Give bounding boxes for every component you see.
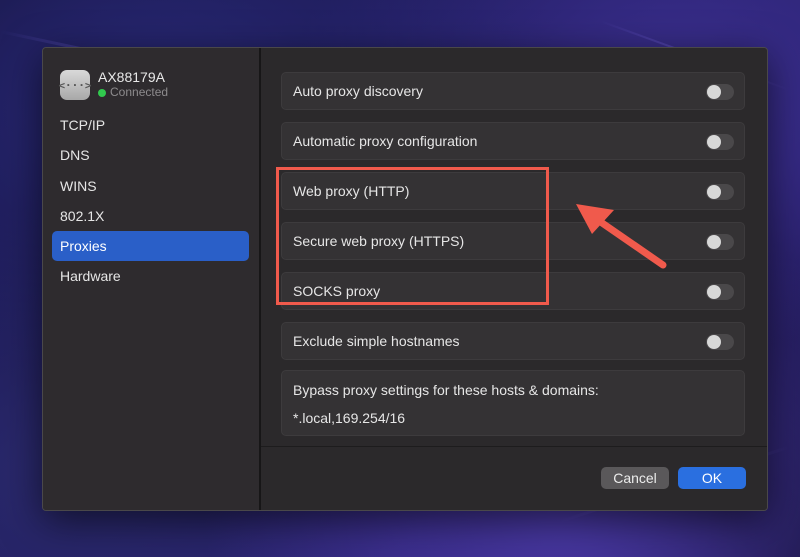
status-text: Connected [110,85,169,99]
toggle-knob [707,285,721,299]
row-label: Exclude simple hostnames [293,333,460,349]
status-dot-icon [98,88,106,97]
bypass-hosts-field[interactable]: *.local,169.254/16 [293,410,405,426]
footer-divider [261,446,767,447]
proxy-row-auto-config: Automatic proxy configuration [281,122,745,160]
toggle-knob [707,135,721,149]
toggle-knob [707,85,721,99]
proxy-row-web-http: Web proxy (HTTP) [281,172,745,210]
sidebar-item-8021x[interactable]: 802.1X [52,201,249,231]
bypass-label: Bypass proxy settings for these hosts & … [293,382,599,398]
row-label: Automatic proxy configuration [293,133,478,149]
socks-proxy-toggle[interactable] [706,284,734,300]
cancel-button[interactable]: Cancel [601,467,669,489]
proxy-row-socks: SOCKS proxy [281,272,745,310]
sidebar-nav: TCP/IP DNS WINS 802.1X Proxies Hardware [52,110,249,292]
toggle-knob [707,335,721,349]
sidebar-item-hardware[interactable]: Hardware [52,261,249,291]
sidebar-item-tcpip[interactable]: TCP/IP [52,110,249,140]
toggle-knob [707,235,721,249]
proxy-row-auto-discovery: Auto proxy discovery [281,72,745,110]
sidebar-item-wins[interactable]: WINS [52,171,249,201]
sidebar-item-proxies[interactable]: Proxies [52,231,249,262]
auto-proxy-discovery-toggle[interactable] [706,84,734,100]
toggle-knob [707,185,721,199]
row-label: Secure web proxy (HTTPS) [293,233,465,249]
row-label: SOCKS proxy [293,283,381,299]
proxy-row-exclude-simple: Exclude simple hostnames [281,322,745,360]
row-label: Web proxy (HTTP) [293,183,410,199]
automatic-proxy-configuration-toggle[interactable] [706,134,734,150]
bypass-section[interactable]: Bypass proxy settings for these hosts & … [281,370,745,436]
exclude-simple-hostnames-toggle[interactable] [706,334,734,350]
ethernet-icon: <···> [58,70,92,100]
adapter-header: <···> AX88179A Connected [58,69,168,100]
ok-button[interactable]: OK [678,467,746,489]
sidebar: <···> AX88179A Connected TCP/IP DNS WINS… [43,48,261,510]
network-proxies-dialog: <···> AX88179A Connected TCP/IP DNS WINS… [42,47,768,511]
secure-web-proxy-https-toggle[interactable] [706,234,734,250]
row-label: Auto proxy discovery [293,83,423,99]
proxies-panel: Auto proxy discovery Automatic proxy con… [261,48,767,510]
web-proxy-http-toggle[interactable] [706,184,734,200]
proxy-row-secure-https: Secure web proxy (HTTPS) [281,222,745,260]
adapter-status: Connected [98,85,168,100]
adapter-name: AX88179A [98,69,165,85]
sidebar-item-dns[interactable]: DNS [52,140,249,170]
